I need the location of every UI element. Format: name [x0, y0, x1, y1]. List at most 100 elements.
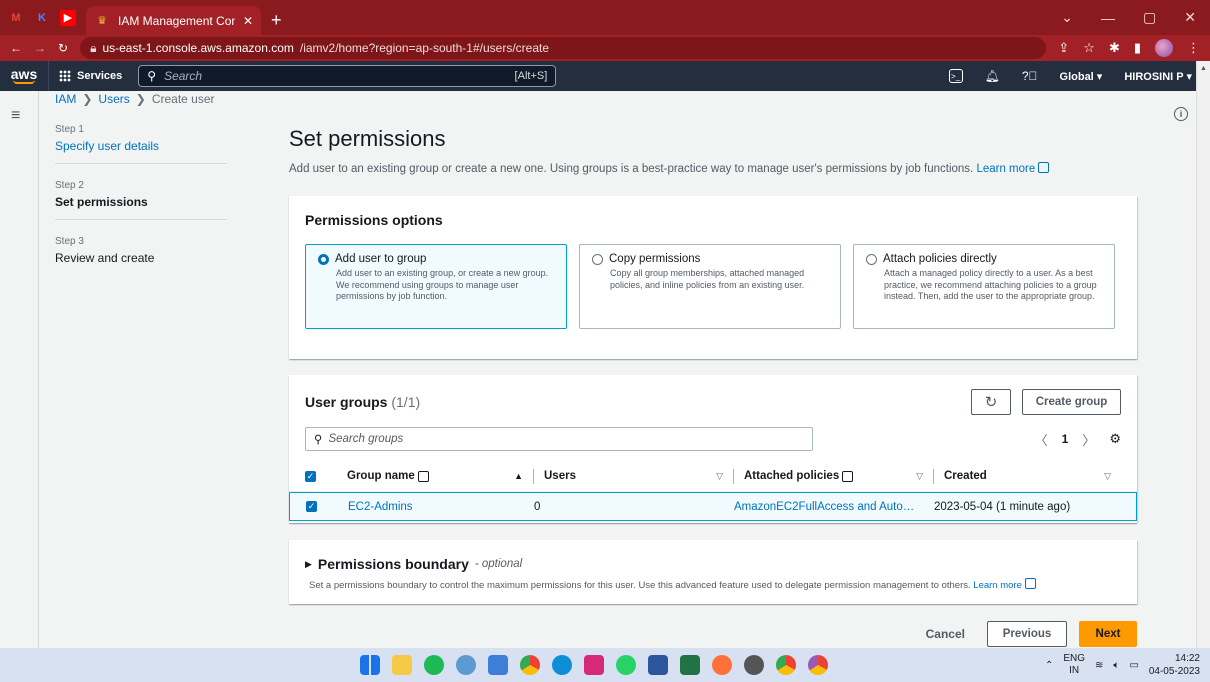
windows-start-icon[interactable]	[360, 655, 380, 675]
table-row[interactable]: ✓ EC2-Admins 0 AmazonEC2FullAccess and A…	[289, 492, 1137, 521]
sort-asc-icon[interactable]: ▲	[514, 471, 523, 481]
tab-search-icon[interactable]: ⌄	[1061, 9, 1073, 26]
permissions-boundary-toggle[interactable]: ▶ Permissions boundary - optional	[305, 556, 1121, 572]
bookmark-star-icon[interactable]: ☆	[1083, 40, 1095, 56]
chrome-icon[interactable]	[520, 655, 540, 675]
previous-button[interactable]: Previous	[987, 621, 1067, 647]
wifi-icon[interactable]: ≋	[1095, 660, 1103, 671]
boundary-learn-more-link[interactable]: Learn more	[973, 578, 1036, 591]
external-link-icon	[417, 470, 429, 482]
browser-tab-active[interactable]: ♛ IAM Management Console ✕	[86, 6, 261, 35]
profile-avatar[interactable]	[1155, 39, 1173, 57]
user-groups-title: User groups (1/1)	[305, 394, 420, 410]
cancel-button[interactable]: Cancel	[916, 627, 975, 641]
learn-more-link[interactable]: Learn more	[976, 162, 1050, 175]
spotify-icon[interactable]	[424, 655, 444, 675]
previous-page-icon[interactable]: 〈	[1035, 430, 1048, 449]
radio-selected-icon[interactable]	[318, 253, 329, 265]
new-tab-icon[interactable]: +	[271, 6, 282, 35]
table-settings-gear-icon[interactable]: ⚙	[1109, 431, 1121, 447]
col-group-name[interactable]: Group name	[347, 470, 415, 482]
step-1-number: Step 1	[55, 124, 84, 135]
sidebar-icon[interactable]: ▮	[1134, 40, 1141, 56]
excel-icon[interactable]	[680, 655, 700, 675]
services-button[interactable]: Services	[48, 61, 132, 91]
volume-icon[interactable]: 🔈︎	[1113, 660, 1119, 671]
restore-icon[interactable]: ▢	[1143, 9, 1156, 26]
breadcrumb-iam[interactable]: IAM	[55, 92, 76, 106]
row-checkbox[interactable]: ✓	[306, 501, 317, 512]
word-icon[interactable]	[648, 655, 668, 675]
whatsapp-icon[interactable]	[616, 655, 636, 675]
battery-icon[interactable]: ▭	[1129, 660, 1138, 671]
aws-logo[interactable]: aws	[0, 67, 48, 84]
vertical-scrollbar[interactable]: ▲	[1196, 61, 1210, 648]
extensions-icon[interactable]: ✱	[1109, 40, 1120, 56]
sort-icon[interactable]: ▽	[916, 471, 923, 482]
settings-icon[interactable]	[456, 655, 476, 675]
chrome-profile-icon[interactable]	[776, 655, 796, 675]
permissions-boundary-title: Permissions boundary	[317, 556, 469, 572]
file-explorer-icon[interactable]	[392, 655, 412, 675]
permissions-options-card: Permissions options Add user to group Ad…	[289, 196, 1137, 359]
step-1-link[interactable]: Specify user details	[55, 139, 227, 153]
address-bar: ← → ↻ 🔒︎ us-east-1.console.aws.amazon.co…	[0, 35, 1210, 61]
option-attach-policies-directly[interactable]: Attach policies directly Attach a manage…	[853, 244, 1115, 329]
search-groups-input[interactable]: ⚲ Search groups	[305, 427, 813, 451]
console-search-input[interactable]: ⚲ Search [Alt+S]	[138, 65, 557, 87]
lock-icon: 🔒︎	[90, 40, 97, 55]
share-icon[interactable]: ⇪	[1058, 40, 1069, 56]
step-3-number: Step 3	[55, 236, 84, 247]
browser-menu-icon[interactable]: ⋮	[1187, 40, 1200, 56]
minimize-icon[interactable]: —	[1101, 10, 1115, 26]
col-attached-policies[interactable]: Attached policies	[744, 470, 839, 482]
current-page[interactable]: 1	[1062, 432, 1069, 446]
account-menu[interactable]: HIROSINI P ▾	[1124, 70, 1192, 83]
permissions-boundary-card: ▶ Permissions boundary - optional Set a …	[289, 540, 1137, 604]
chrome-profile-2-icon[interactable]	[808, 655, 828, 675]
permissions-options-heading: Permissions options	[305, 212, 443, 228]
side-nav-toggle-icon[interactable]: ≡	[11, 107, 20, 125]
option-copy-permissions[interactable]: Copy permissions Copy all group membersh…	[579, 244, 841, 329]
radio-unselected-icon[interactable]	[592, 253, 603, 265]
youtube-icon[interactable]: ▶	[60, 9, 76, 26]
url-field[interactable]: 🔒︎ us-east-1.console.aws.amazon.com/iamv…	[80, 37, 1047, 59]
close-window-icon[interactable]: ✕	[1184, 9, 1196, 26]
clock[interactable]: 14:22 04-05-2023	[1149, 652, 1200, 678]
user-groups-count: (1/1)	[391, 394, 421, 410]
refresh-icon: ↻	[984, 394, 998, 411]
gmail-icon[interactable]: M	[8, 10, 24, 26]
back-icon[interactable]: ←	[10, 41, 22, 55]
sort-icon[interactable]: ▽	[1104, 471, 1111, 482]
help-icon[interactable]: ?⃝	[1022, 69, 1038, 83]
info-panel-icon[interactable]: i	[1174, 107, 1188, 121]
breadcrumb-users[interactable]: Users	[98, 92, 129, 106]
pinned-tab-icon[interactable]: K	[34, 10, 50, 26]
select-all-checkbox[interactable]: ✓	[305, 470, 316, 482]
instagram-icon[interactable]	[584, 655, 604, 675]
refresh-button[interactable]: ↻	[971, 389, 1011, 415]
app-icon[interactable]	[744, 655, 764, 675]
reload-icon[interactable]: ↻	[58, 41, 68, 55]
col-users[interactable]: Users	[544, 470, 576, 482]
region-selector[interactable]: Global ▾	[1060, 70, 1103, 83]
language-indicator[interactable]: ENG IN	[1063, 653, 1085, 677]
group-name-link[interactable]: EC2-Admins	[348, 501, 413, 513]
option-add-user-to-group[interactable]: Add user to group Add user to an existin…	[305, 244, 567, 329]
services-label: Services	[77, 70, 123, 82]
group-policies-link[interactable]: AmazonEC2FullAccess and Auto…	[734, 501, 914, 513]
close-tab-icon[interactable]: ✕	[243, 14, 253, 28]
next-page-icon[interactable]: 〉	[1082, 430, 1095, 449]
col-created[interactable]: Created	[944, 470, 987, 482]
forward-icon[interactable]: →	[34, 41, 46, 55]
sort-icon[interactable]: ▽	[716, 471, 723, 482]
firefox-icon[interactable]	[712, 655, 732, 675]
edge-icon[interactable]	[552, 655, 572, 675]
create-group-button[interactable]: Create group	[1022, 389, 1121, 415]
photos-icon[interactable]	[488, 655, 508, 675]
next-button[interactable]: Next	[1079, 621, 1137, 647]
radio-unselected-icon[interactable]	[866, 253, 877, 265]
cloudshell-icon[interactable]: >_	[948, 69, 963, 83]
notifications-bell-icon[interactable]: 🔔︎	[985, 69, 1000, 83]
tray-chevron-icon[interactable]: ⌃	[1045, 660, 1053, 671]
